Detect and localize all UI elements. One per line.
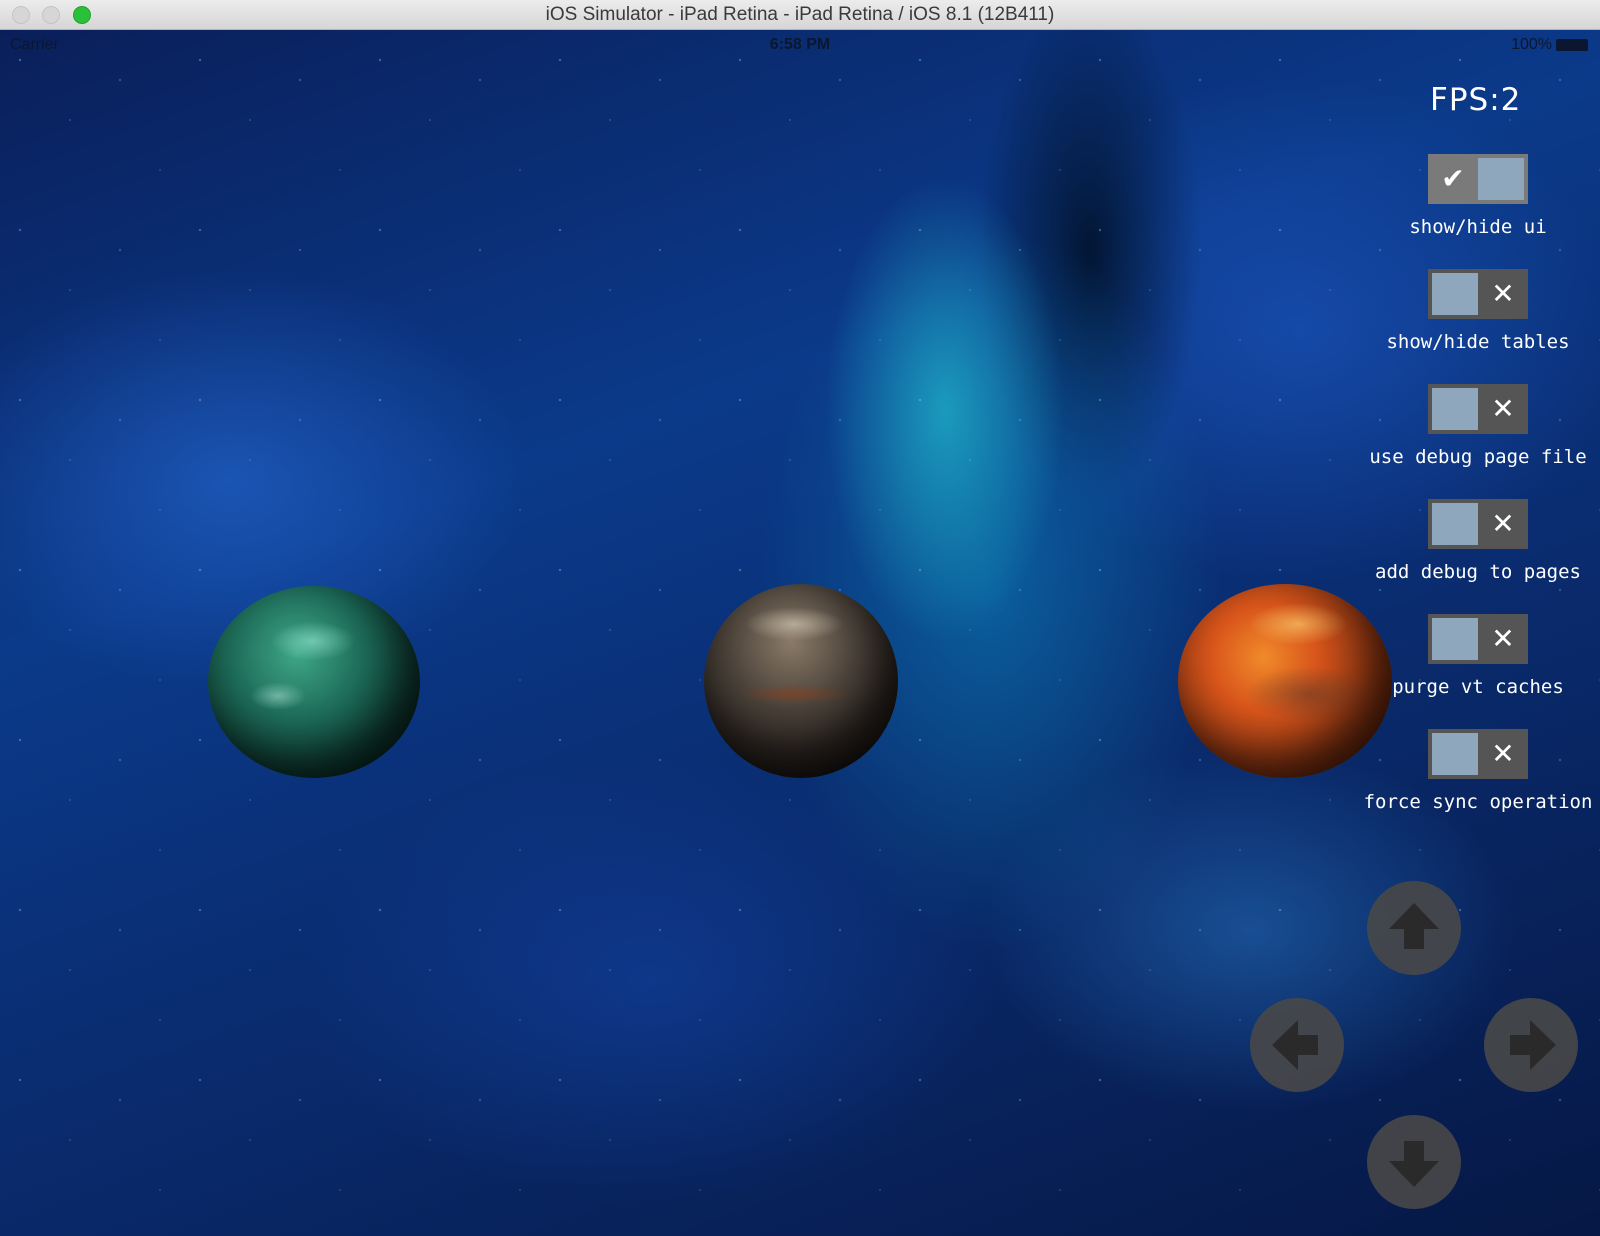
purge-vt-caches-toggle[interactable]: ✕ (1428, 614, 1528, 664)
status-time: 6:58 PM (769, 36, 831, 53)
option-use-debug-page-file: ✕ use debug page file (1348, 384, 1600, 468)
toggle-knob (1432, 733, 1478, 775)
window-title-bar: iOS Simulator - iPad Retina - iPad Retin… (0, 0, 1600, 30)
option-label: purge vt caches (1392, 676, 1564, 698)
force-sync-operation-toggle[interactable]: ✕ (1428, 729, 1528, 779)
add-debug-to-pages-toggle[interactable]: ✕ (1428, 499, 1528, 549)
x-icon: ✕ (1491, 737, 1515, 770)
toggle-knob (1432, 388, 1478, 430)
dpad-right-button[interactable] (1484, 998, 1578, 1092)
dpad-up-button[interactable] (1367, 881, 1461, 975)
planet-green[interactable] (208, 586, 420, 778)
planet-rocky[interactable] (704, 584, 898, 778)
arrow-right-icon (1510, 1020, 1556, 1070)
option-label: force sync operation (1363, 791, 1593, 813)
window-title: iOS Simulator - iPad Retina - iPad Retin… (545, 4, 1055, 25)
toggle-knob (1432, 503, 1478, 545)
toggle-knob (1432, 618, 1478, 660)
dpad-left-button[interactable] (1250, 998, 1344, 1092)
show-hide-ui-toggle[interactable]: ✔ (1428, 154, 1528, 204)
battery-icon (1556, 38, 1588, 51)
simulator-screen[interactable]: Carrier 6:58 PM 100% FPS:2 ✔ show/hide u… (0, 30, 1600, 1236)
toggle-knob (1478, 158, 1524, 200)
option-add-debug-to-pages: ✕ add debug to pages (1348, 499, 1600, 583)
ios-status-bar: Carrier 6:58 PM 100% (0, 30, 1600, 60)
option-label: add debug to pages (1375, 561, 1581, 583)
status-battery: 100% (1511, 36, 1588, 54)
arrow-up-icon (1389, 903, 1439, 949)
x-icon: ✕ (1491, 622, 1515, 655)
x-icon: ✕ (1491, 507, 1515, 540)
option-label: show/hide ui (1409, 216, 1547, 238)
option-force-sync-operation: ✕ force sync operation (1348, 729, 1600, 813)
checkmark-icon: ✔ (1441, 162, 1465, 195)
option-label: show/hide tables (1386, 331, 1570, 353)
arrow-down-icon (1389, 1141, 1439, 1187)
option-show-hide-ui: ✔ show/hide ui (1348, 154, 1600, 238)
toggle-knob (1432, 273, 1478, 315)
option-label: use debug page file (1369, 446, 1587, 468)
arrow-left-icon (1272, 1020, 1318, 1070)
fps-counter: FPS:2 (1430, 82, 1522, 118)
x-icon: ✕ (1491, 392, 1515, 425)
show-hide-tables-toggle[interactable]: ✕ (1428, 269, 1528, 319)
option-purge-vt-caches: ✕ purge vt caches (1348, 614, 1600, 698)
battery-percent: 100% (1511, 36, 1552, 53)
use-debug-page-file-toggle[interactable]: ✕ (1428, 384, 1528, 434)
option-show-hide-tables: ✕ show/hide tables (1348, 269, 1600, 353)
dpad-down-button[interactable] (1367, 1115, 1461, 1209)
x-icon: ✕ (1491, 277, 1515, 310)
